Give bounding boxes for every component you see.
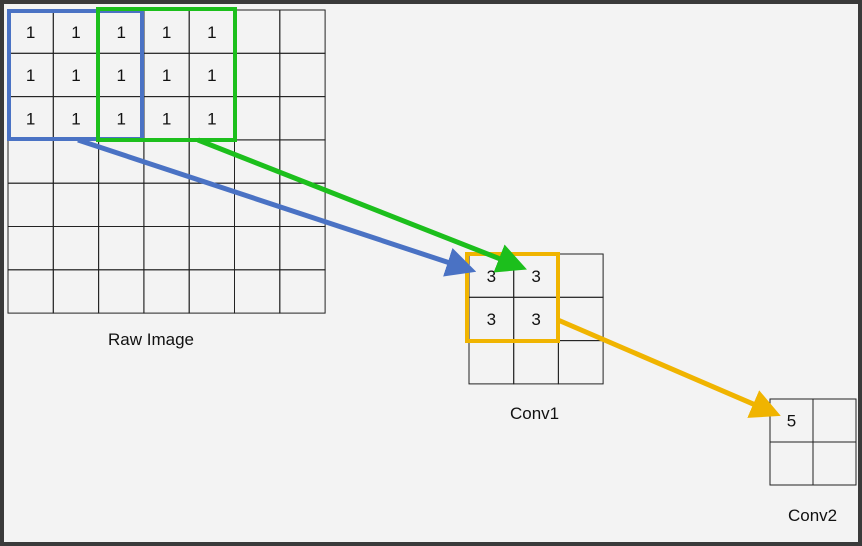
raw-image-cell-value: 1 [207,66,216,85]
raw-image-cell-value: 1 [71,66,80,85]
conv2-grid: 5 [769,398,857,486]
raw-image-cell-value: 1 [207,109,216,128]
conv1-cell [557,253,604,298]
raw-image-cell [279,52,326,98]
gold-arrow [557,317,781,418]
convolution-diagram: 1 1 1 1 1 1 1 1 1 1 1 1 1 1 1 3 3 3 3 5 [7,7,857,486]
conv1-cell [468,340,515,385]
conv1-cell-value: 3 [531,267,540,286]
raw-image-cell [234,52,281,98]
conv2-cell-value: 5 [787,412,796,431]
raw-image-cell-value: 1 [117,23,126,42]
blue-arrow [77,137,477,277]
raw-image-cell [98,269,145,314]
conv1-cell-value: 3 [487,267,496,286]
raw-image-cell [188,269,235,314]
conv2-cell [812,441,857,486]
conv1-cell [557,340,604,385]
raw-image-cell [234,226,281,271]
raw-image-cell-value: 1 [26,66,35,85]
raw-image-grid: 1 1 1 1 1 1 1 1 1 1 1 1 1 1 1 [7,9,326,314]
raw-image-cell [279,269,326,314]
raw-image-cell [52,269,100,314]
raw-image-cell [7,269,54,314]
raw-image-cell [52,182,100,227]
raw-image-cell [143,269,190,314]
raw-image-cell [279,96,326,141]
conv1-grid: 3 3 3 3 [468,253,604,385]
raw-image-cell [98,182,145,227]
raw-image-cell [279,9,326,54]
raw-image-cell [98,226,145,271]
arrows [77,137,781,418]
raw-image-cell [52,226,100,271]
raw-image-cell-value: 1 [71,109,80,128]
diagram-canvas: 1 1 1 1 1 1 1 1 1 1 1 1 1 1 1 3 3 3 3 5 Raw Image Conv1 C… [4,4,858,542]
green-arrow [197,137,527,273]
raw-image-cell-value: 1 [26,23,35,42]
raw-image-cell [188,226,235,271]
raw-image-cell [7,139,54,184]
raw-image-cell-value: 1 [71,23,80,42]
raw-image-cell [7,226,54,271]
raw-image-cell-value: 1 [207,23,216,42]
raw-image-cell [7,182,54,227]
raw-image-cell-value: 1 [26,109,35,128]
raw-image-cell [234,269,281,314]
raw-image-cell [234,96,281,141]
raw-image-label: Raw Image [108,330,194,349]
conv2-label: Conv2 [788,506,838,525]
conv1-label: Conv1 [510,404,560,423]
raw-image-cell-value: 1 [117,109,126,128]
raw-image-cell-value: 1 [162,23,171,42]
raw-image-cell [143,182,190,227]
raw-image-cell [143,226,190,271]
conv1-cell-value: 3 [487,310,496,329]
raw-image-cell [279,226,326,271]
raw-image-cell-value: 1 [162,66,171,85]
conv1-cell [513,340,559,385]
conv2-cell [812,398,857,443]
raw-image-cell-value: 1 [162,109,171,128]
raw-image-cell [234,9,281,54]
raw-image-cell-value: 1 [117,66,126,85]
conv1-cell-value: 3 [531,310,540,329]
conv2-cell [769,441,814,486]
